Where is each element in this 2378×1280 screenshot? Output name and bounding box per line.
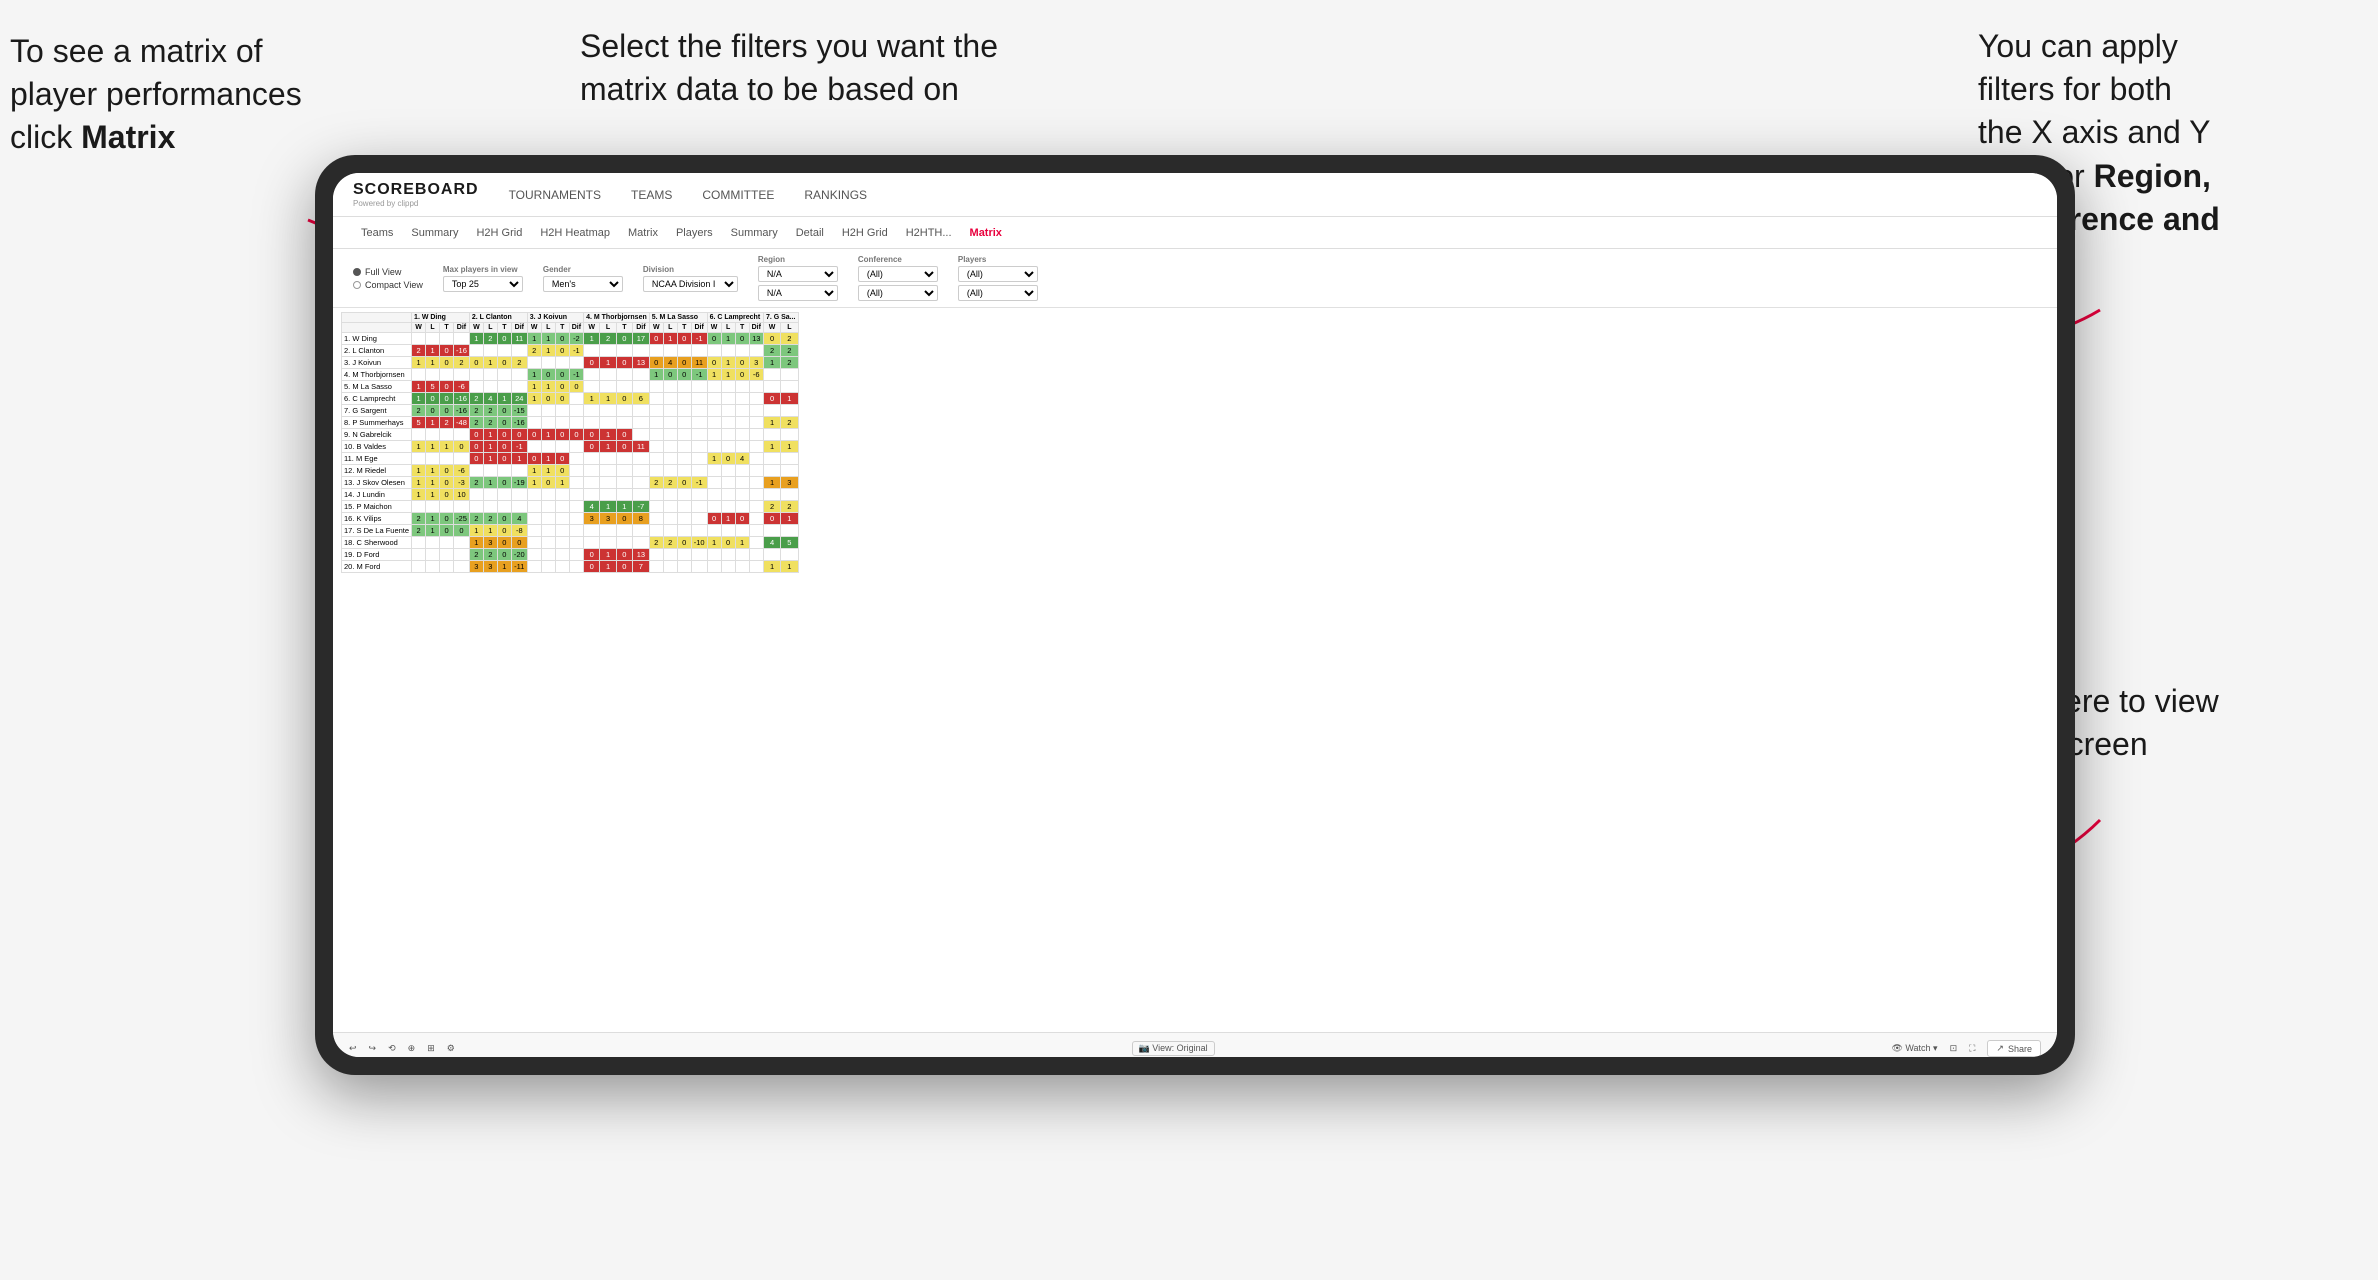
- matrix-container[interactable]: 1. W Ding 2. L Clanton 3. J Koivun 4. M …: [333, 308, 2057, 1032]
- filter-division: Division NCAA Division I: [643, 265, 738, 292]
- nav-teams[interactable]: TEAMS: [631, 184, 672, 206]
- subnav-players[interactable]: Players: [668, 224, 721, 242]
- app-header: SCOREBOARD Powered by clippd TOURNAMENTS…: [333, 173, 2057, 217]
- subnav-teams[interactable]: Teams: [353, 224, 401, 242]
- filter-gender: Gender Men's: [543, 265, 623, 292]
- nav-committee[interactable]: COMMITTEE: [702, 184, 774, 206]
- compact-view-option[interactable]: Compact View: [353, 280, 423, 290]
- view-options: Full View Compact View: [353, 267, 423, 290]
- region-select2[interactable]: N/A: [758, 285, 838, 301]
- matrix-body: 1. W Ding12011110-212017010-101013022. L…: [342, 333, 799, 573]
- table-row: 13. J Skov Olesen110-3210-19101220-113: [342, 477, 799, 489]
- division-select[interactable]: NCAA Division I: [643, 276, 738, 292]
- table-row: 5. M La Sasso150-61100: [342, 381, 799, 393]
- logo-sub: Powered by clippd: [353, 199, 479, 208]
- full-view-radio[interactable]: [353, 268, 361, 276]
- col-header-row-1: 1. W Ding 2. L Clanton 3. J Koivun 4. M …: [342, 313, 799, 323]
- table-row: 15. P Maichon411-722: [342, 501, 799, 513]
- players-select[interactable]: (All): [958, 266, 1038, 282]
- settings-icon[interactable]: ⚙: [447, 1043, 455, 1054]
- redo-icon[interactable]: ↪: [369, 1043, 377, 1054]
- sub-nav: Teams Summary H2H Grid H2H Heatmap Matri…: [333, 217, 2057, 249]
- filter-region: Region N/A N/A: [758, 255, 838, 301]
- subnav-matrix[interactable]: Matrix: [620, 224, 666, 242]
- subnav-h2h-grid[interactable]: H2H Grid: [468, 224, 530, 242]
- subnav-h2h-heatmap[interactable]: H2H Heatmap: [532, 224, 618, 242]
- region-select[interactable]: N/A: [758, 266, 838, 282]
- logo-text: SCOREBOARD: [353, 181, 479, 199]
- matrix-table: 1. W Ding 2. L Clanton 3. J Koivun 4. M …: [341, 312, 799, 573]
- table-row: 6. C Lamprecht100-1624124100110601: [342, 393, 799, 405]
- table-row: 16. K Vilips210-252204330801001: [342, 513, 799, 525]
- table-row: 12. M Riedel110-6110: [342, 465, 799, 477]
- subnav-matrix-active[interactable]: Matrix: [962, 224, 1010, 242]
- filter-conference: Conference (All) (All): [858, 255, 938, 301]
- table-row: 20. M Ford331-11010711: [342, 561, 799, 573]
- table-row: 2. L Clanton210-16210-122: [342, 345, 799, 357]
- undo-icon[interactable]: ↩: [349, 1043, 357, 1054]
- table-row: 4. M Thorbjornsen100-1100-1110-6: [342, 369, 799, 381]
- gender-select[interactable]: Men's: [543, 276, 623, 292]
- subnav-h2h-grid2[interactable]: H2H Grid: [834, 224, 896, 242]
- table-row: 19. D Ford220-2001013: [342, 549, 799, 561]
- table-row: 8. P Summerhays512-48220-1612: [342, 417, 799, 429]
- bottom-bar-center: 📷 View: Original: [467, 1041, 1880, 1056]
- undo2-icon[interactable]: ⟲: [388, 1043, 396, 1054]
- grid-icon[interactable]: ⊞: [427, 1043, 435, 1054]
- table-row: 1. W Ding12011110-212017010-10101302: [342, 333, 799, 345]
- share-icon: ↗: [1996, 1043, 2004, 1054]
- filter-players: Players (All) (All): [958, 255, 1038, 301]
- subnav-summary2[interactable]: Summary: [723, 224, 786, 242]
- fullscreen-icon[interactable]: ⛶: [1969, 1043, 1975, 1054]
- filter-bar: Full View Compact View Max players in vi…: [333, 249, 2057, 308]
- filter-max-players: Max players in view Top 25: [443, 265, 523, 292]
- table-row: 10. B Valdes1110010-10101111: [342, 441, 799, 453]
- table-row: 17. S De La Fuente2100110-8: [342, 525, 799, 537]
- view-original-btn[interactable]: 📷 View: Original: [1132, 1041, 1215, 1056]
- tablet-screen: SCOREBOARD Powered by clippd TOURNAMENTS…: [333, 173, 2057, 1057]
- table-row: 7. G Sargent200-16220-15: [342, 405, 799, 417]
- full-view-option[interactable]: Full View: [353, 267, 423, 277]
- annotation-top-center: Select the filters you want the matrix d…: [580, 25, 1060, 111]
- conference-select2[interactable]: (All): [858, 285, 938, 301]
- subnav-h2hth[interactable]: H2HTH...: [898, 224, 960, 242]
- share-button[interactable]: ↗ Share: [1987, 1040, 2041, 1057]
- bottom-bar: ↩ ↪ ⟲ ⊕ ⊞ ⚙ 📷 View: Original 👁 Watch ▾ ⊡…: [333, 1032, 2057, 1057]
- subnav-detail[interactable]: Detail: [788, 224, 832, 242]
- conference-select[interactable]: (All): [858, 266, 938, 282]
- layout-icon[interactable]: ⊡: [1950, 1043, 1958, 1054]
- table-row: 14. J Lundin11010: [342, 489, 799, 501]
- table-row: 11. M Ege0101010104: [342, 453, 799, 465]
- nav-tournaments[interactable]: TOURNAMENTS: [509, 184, 601, 206]
- watch-btn[interactable]: 👁 Watch ▾: [1891, 1043, 1937, 1054]
- table-row: 18. C Sherwood1300220-1010145: [342, 537, 799, 549]
- nav-rankings[interactable]: RANKINGS: [804, 184, 867, 206]
- annotation-top-left: To see a matrix of player performances c…: [10, 30, 350, 160]
- table-row: 3. J Koivun110201020101304011010312: [342, 357, 799, 369]
- main-nav: TOURNAMENTS TEAMS COMMITTEE RANKINGS: [509, 184, 867, 206]
- max-players-select[interactable]: Top 25: [443, 276, 523, 292]
- zoom-icon[interactable]: ⊕: [408, 1043, 416, 1054]
- logo-area: SCOREBOARD Powered by clippd: [353, 181, 479, 208]
- subnav-summary[interactable]: Summary: [403, 224, 466, 242]
- compact-view-radio[interactable]: [353, 281, 361, 289]
- tablet-frame: SCOREBOARD Powered by clippd TOURNAMENTS…: [315, 155, 2075, 1075]
- table-row: 9. N Gabrelcik01000100010: [342, 429, 799, 441]
- players-select2[interactable]: (All): [958, 285, 1038, 301]
- col-header-row-2: WLTDif WLTDif WLTDif WLTDif WLTDif WLTDi…: [342, 323, 799, 333]
